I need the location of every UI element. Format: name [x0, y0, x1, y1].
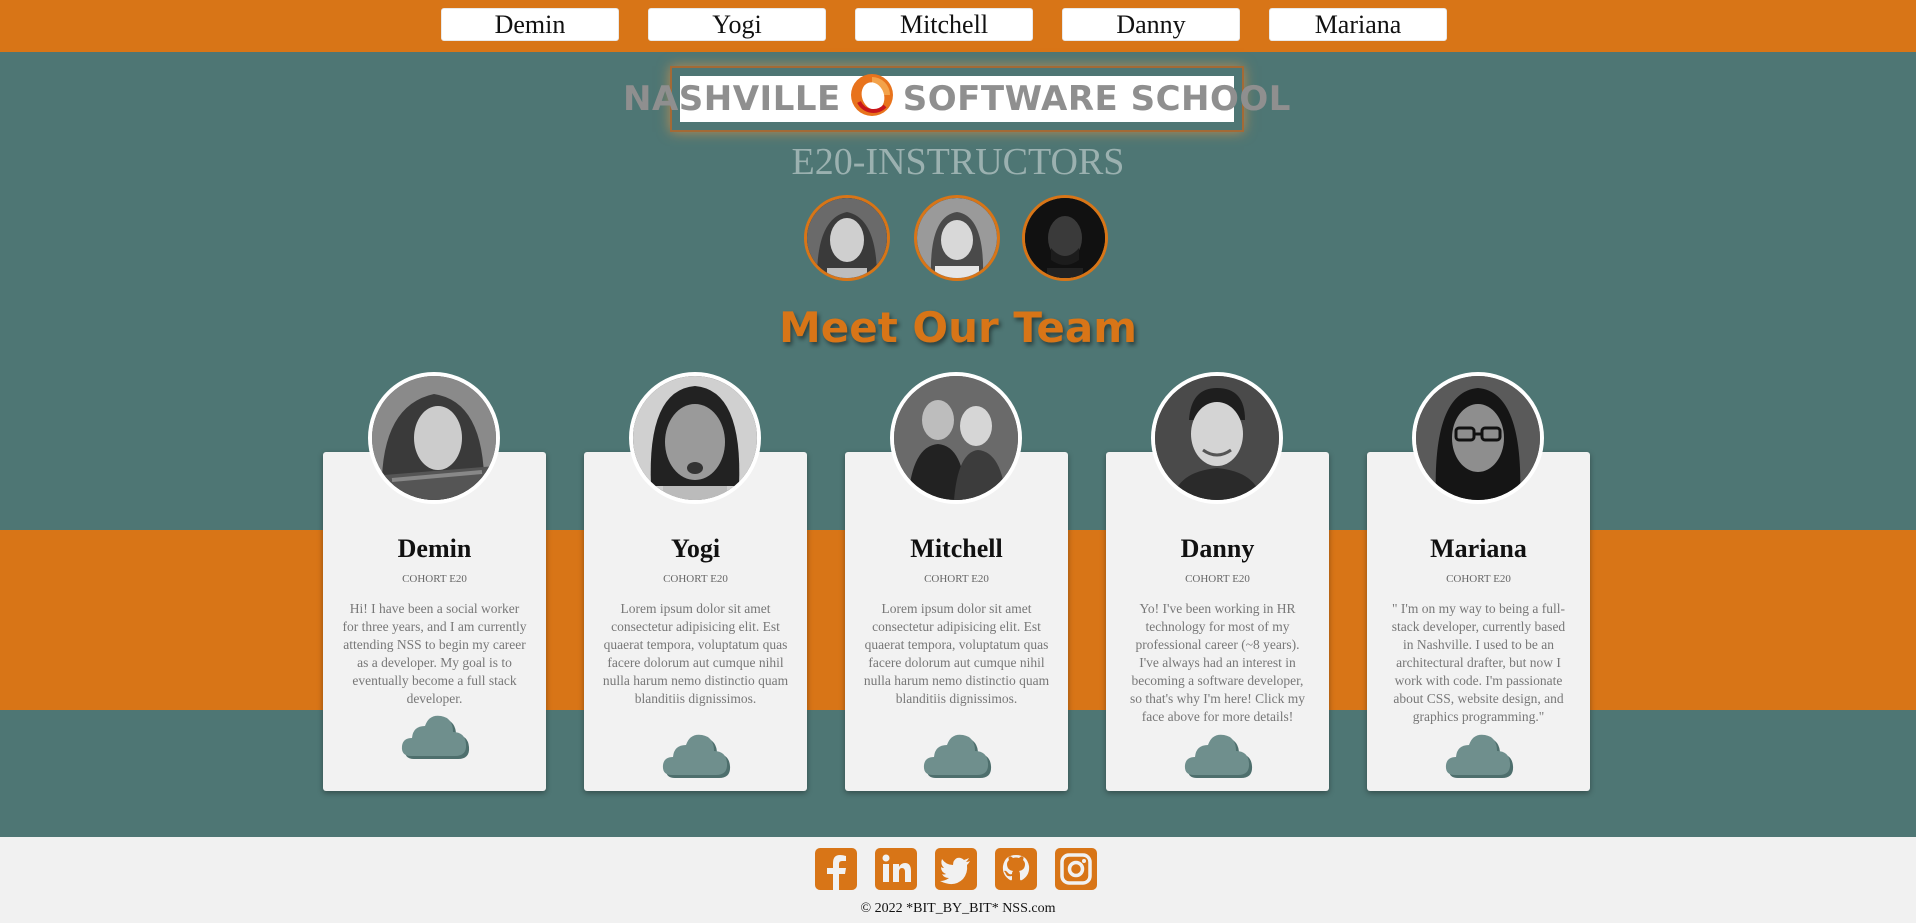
member-bio: Yo! I've been working in HR technology f…	[1129, 601, 1306, 724]
logo-text-left: NASHVILLE	[623, 79, 841, 119]
instructors-title: E20-INSTRUCTORS	[791, 141, 1125, 183]
instagram-icon[interactable]	[1054, 847, 1098, 891]
instructor-avatar[interactable]	[914, 195, 1000, 281]
logo-text-right: SOFTWARE SCHOOL	[902, 79, 1291, 119]
member-cohort: COHORT E20	[402, 573, 467, 585]
member-avatar-danny[interactable]	[1151, 372, 1283, 504]
nss-logo: NASHVILLE SOFTWARE SCHOOL	[623, 66, 1290, 132]
nav-button-demin[interactable]: Demin	[441, 8, 619, 41]
instructor-avatar[interactable]	[1022, 195, 1108, 281]
copyright-text: © 2022 *BIT_BY_BIT* NSS.com	[860, 901, 1056, 916]
member-bio: Lorem ipsum dolor sit amet consectetur a…	[863, 601, 1050, 706]
nss-logo-mark-icon	[849, 72, 895, 127]
team-title: Meet Our Team	[778, 303, 1138, 352]
nav-button-yogi[interactable]: Yogi	[648, 8, 826, 41]
member-avatar-yogi[interactable]	[629, 372, 761, 504]
member-bio: " I'm on my way to being a full-stack de…	[1391, 601, 1566, 724]
member-bio: Hi! I have been a social worker for thre…	[342, 601, 527, 706]
cloud-icon[interactable]	[921, 727, 993, 781]
member-name: Demin	[397, 534, 472, 563]
logo-banner: NASHVILLE SOFTWARE SCHOOL	[623, 73, 1290, 122]
member-avatar-mitchell[interactable]	[890, 372, 1022, 504]
member-cohort: COHORT E20	[924, 573, 989, 585]
member-name: Danny	[1180, 534, 1255, 563]
nav-button-danny[interactable]: Danny	[1062, 8, 1240, 41]
instructor-avatar[interactable]	[804, 195, 890, 281]
linkedin-icon[interactable]	[874, 847, 918, 891]
member-cohort: COHORT E20	[1446, 573, 1511, 585]
cloud-icon[interactable]	[660, 727, 732, 781]
member-cohort: COHORT E20	[663, 573, 728, 585]
nav-button-mitchell[interactable]: Mitchell	[855, 8, 1033, 41]
cloud-icon[interactable]	[399, 708, 471, 762]
member-avatar-demin[interactable]	[368, 372, 500, 504]
cloud-icon[interactable]	[1182, 727, 1254, 781]
top-nav: Demin Yogi Mitchell Danny Mariana	[0, 0, 1916, 52]
github-icon[interactable]	[994, 847, 1038, 891]
twitter-icon[interactable]	[934, 847, 978, 891]
nav-button-mariana[interactable]: Mariana	[1269, 8, 1447, 41]
member-cohort: COHORT E20	[1185, 573, 1250, 585]
facebook-icon[interactable]	[814, 847, 858, 891]
member-bio: Lorem ipsum dolor sit amet consectetur a…	[602, 601, 789, 706]
member-name: Mitchell	[910, 534, 1003, 563]
cloud-icon[interactable]	[1443, 727, 1515, 781]
member-name: Yogi	[670, 534, 721, 563]
member-name: Mariana	[1430, 534, 1527, 563]
member-avatar-mariana[interactable]	[1412, 372, 1544, 504]
